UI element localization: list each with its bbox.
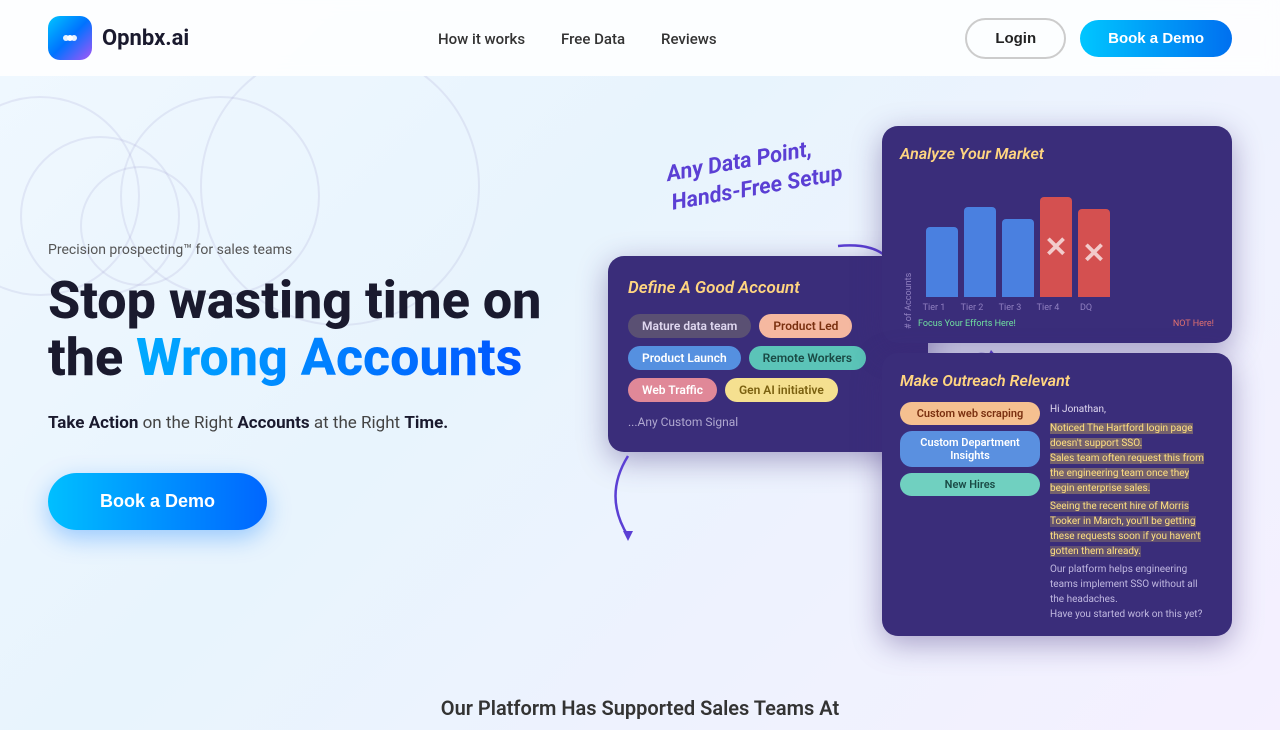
logo-icon: [48, 16, 92, 60]
card-outreach-relevant: Make Outreach Relevant Custom web scrapi…: [882, 353, 1232, 636]
nav-actions: Login Book a Demo: [965, 18, 1232, 59]
book-demo-nav-button[interactable]: Book a Demo: [1080, 20, 1232, 57]
tag-product-launch[interactable]: Product Launch: [628, 346, 741, 370]
navbar: Opnbx.ai How it works Free Data Reviews …: [0, 0, 1280, 76]
bar-labels: Tier 1 Tier 2 Tier 3 Tier 4 DQ: [918, 303, 1214, 313]
card-analyze-market: Analyze Your Market # of Accounts: [882, 126, 1232, 343]
hero-subtitle: Take Action on the Right Accounts at the…: [48, 410, 568, 437]
hero-title: Stop wasting time on the Wrong Accounts: [48, 272, 568, 386]
book-demo-hero-button[interactable]: Book a Demo: [48, 473, 267, 530]
bar-dq: ✕: [1078, 209, 1110, 297]
logo-text: Opnbx.ai: [102, 26, 189, 51]
bar-tier4: ✕: [1040, 197, 1072, 297]
nav-links: How it works Free Data Reviews: [438, 29, 717, 48]
hero-tagline: Precision prospecting™ for sales teams: [48, 242, 568, 258]
x-mark-dq: ✕: [1082, 237, 1105, 270]
email-line1: Noticed The Hartford login page doesn't …: [1050, 421, 1214, 451]
signal-web-scraping: Custom web scraping: [900, 402, 1040, 425]
email-greeting: Hi Jonathan,: [1050, 402, 1214, 417]
nav-free-data[interactable]: Free Data: [561, 30, 625, 48]
outreach-email: Hi Jonathan, Noticed The Hartford login …: [1050, 402, 1214, 622]
tags-row-3: Web Traffic Gen AI initiative: [628, 378, 908, 402]
bar-tier3: [1002, 219, 1034, 297]
email-line4: Our platform helps engineering teams imp…: [1050, 562, 1214, 607]
hero-left: Precision prospecting™ for sales teams S…: [48, 242, 568, 531]
arrow-bottom-left: [598, 446, 658, 546]
annotation-text: Any Data Point, Hands-Free Setup: [664, 131, 844, 217]
chart-y-label: # of Accounts: [900, 177, 914, 329]
tag-product-led[interactable]: Product Led: [759, 314, 852, 338]
bar-tier4-fill: ✕: [1040, 197, 1072, 297]
card-define-account: Define A Good Account Mature data team P…: [608, 256, 928, 452]
bar-tier1-fill: [926, 227, 958, 297]
caption-not: NOT Here!: [1173, 319, 1214, 329]
bar-tier2: [964, 207, 996, 297]
card-outreach-title: Make Outreach Relevant: [900, 371, 1214, 390]
bar-tier2-fill: [964, 207, 996, 297]
signal-dept-insights: Custom Department Insights: [900, 431, 1040, 467]
email-line5: Have you started work on this yet?: [1050, 607, 1214, 622]
card-define-title: Define A Good Account: [628, 278, 908, 298]
chart-inner: ✕ ✕ Tier 1 Tier 2 Tier 3: [918, 177, 1214, 329]
caption-focus: Focus Your Efforts Here!: [918, 319, 1016, 329]
label-tier4: Tier 4: [1032, 303, 1064, 313]
hero-subtitle-action: Take Action: [48, 413, 138, 433]
bar-tier3-fill: [1002, 219, 1034, 297]
label-tier1: Tier 1: [918, 303, 950, 313]
x-mark: ✕: [1044, 231, 1067, 264]
outreach-content: Custom web scraping Custom Department In…: [900, 402, 1214, 622]
bottom-section: Our Platform Has Supported Sales Teams A…: [0, 676, 1280, 730]
chart-bars: ✕ ✕: [918, 177, 1214, 297]
nav-how-it-works[interactable]: How it works: [438, 30, 525, 48]
bottom-text: Our Platform Has Supported Sales Teams A…: [441, 696, 839, 720]
label-dq: DQ: [1070, 303, 1102, 313]
tag-more-label: ...Any Custom Signal: [628, 410, 908, 434]
card-analyze-title: Analyze Your Market: [900, 144, 1214, 163]
hero-right: Any Data Point, Hands-Free Setup Define …: [568, 126, 1232, 646]
email-line3: Seeing the recent hire of Morris Tooker …: [1050, 499, 1214, 559]
tags-row-2: Product Launch Remote Workers: [628, 346, 908, 370]
chart-container: # of Accounts: [900, 177, 1214, 329]
chart-captions: Focus Your Efforts Here! NOT Here!: [918, 319, 1214, 329]
hero-section: Precision prospecting™ for sales teams S…: [0, 76, 1280, 676]
nav-reviews[interactable]: Reviews: [661, 30, 717, 48]
logo[interactable]: Opnbx.ai: [48, 16, 189, 60]
tag-web-traffic[interactable]: Web Traffic: [628, 378, 717, 402]
label-tier3: Tier 3: [994, 303, 1026, 313]
signal-new-hires: New Hires: [900, 473, 1040, 496]
hero-title-highlight: Wrong Accounts: [136, 327, 522, 388]
label-tier2: Tier 2: [956, 303, 988, 313]
login-button[interactable]: Login: [965, 18, 1066, 59]
tag-mature-data[interactable]: Mature data team: [628, 314, 751, 338]
outreach-signals: Custom web scraping Custom Department In…: [900, 402, 1040, 622]
tag-gen-ai[interactable]: Gen AI initiative: [725, 378, 838, 402]
bar-dq-fill: ✕: [1078, 209, 1110, 297]
email-line2: Sales team often request this from the e…: [1050, 451, 1214, 496]
tags-row-1: Mature data team Product Led: [628, 314, 908, 338]
bar-tier1: [926, 227, 958, 297]
tag-remote-workers[interactable]: Remote Workers: [749, 346, 866, 370]
